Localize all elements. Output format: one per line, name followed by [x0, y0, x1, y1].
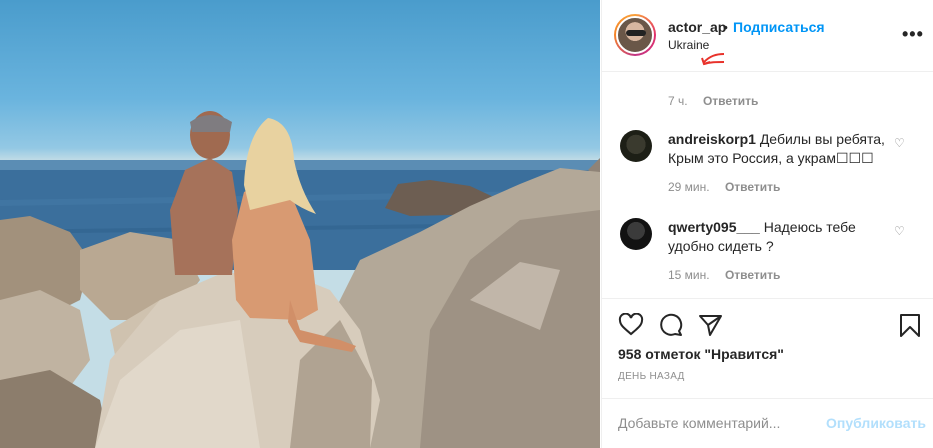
- comment-body: qwerty095___ Надеюсь тебе удобно сидеть …: [668, 218, 896, 256]
- publish-button[interactable]: Опубликовать: [826, 415, 926, 431]
- comment-meta: 7 ч. Ответить: [668, 94, 758, 108]
- comment-meta: 15 мин. Ответить: [668, 268, 780, 282]
- add-comment-input[interactable]: Добавьте комментарий...: [618, 415, 780, 431]
- comment-username[interactable]: qwerty095___: [668, 219, 760, 235]
- like-comment-heart-icon[interactable]: ♡: [894, 224, 905, 238]
- beach-scene: [0, 111, 600, 448]
- author-avatar[interactable]: [614, 14, 656, 56]
- likes-count[interactable]: 958 отметок "Нравится": [618, 346, 784, 362]
- comment-reply-button[interactable]: Ответить: [725, 268, 780, 282]
- like-comment-heart-icon[interactable]: ♡: [894, 136, 905, 150]
- avatar-image: [616, 16, 654, 54]
- comment-text: Дебилы вы ребята,: [759, 131, 885, 147]
- comment-time[interactable]: 7 ч.: [668, 94, 688, 108]
- comment-username[interactable]: andreiskorp1: [668, 131, 756, 147]
- post-actions: 958 отметок "Нравится" ДЕНЬ НАЗАД: [602, 298, 933, 406]
- post-photo[interactable]: [0, 0, 600, 448]
- add-comment-bar: Добавьте комментарий... Опубликовать: [602, 398, 933, 448]
- like-heart-icon[interactable]: [618, 313, 644, 337]
- post-header: actor_ap • Подписаться Ukraine •••: [602, 0, 933, 72]
- post-side-panel: actor_ap • Подписаться Ukraine ••• 7 ч. …: [601, 0, 933, 448]
- separator-dot: •: [723, 19, 728, 35]
- more-options-button[interactable]: •••: [902, 24, 924, 45]
- annotation-arrow-icon: [701, 53, 725, 66]
- author-username[interactable]: actor_ap: [668, 19, 726, 35]
- comment-bubble-icon[interactable]: [658, 313, 684, 337]
- comment-time[interactable]: 29 мин.: [668, 180, 710, 194]
- post-date[interactable]: ДЕНЬ НАЗАД: [618, 371, 685, 382]
- sunglasses-icon: [626, 30, 646, 36]
- comment-reply-button[interactable]: Ответить: [703, 94, 758, 108]
- commenter-avatar[interactable]: [620, 218, 652, 250]
- comment-meta: 29 мин. Ответить: [668, 180, 780, 194]
- commenter-avatar[interactable]: [620, 130, 652, 162]
- comment-body: andreiskorp1 Дебилы вы ребята, Крым это …: [668, 130, 896, 168]
- comment-text-cont: удобно сидеть ?: [668, 238, 774, 254]
- follow-button[interactable]: Подписаться: [733, 19, 825, 35]
- comment-text: Надеюсь тебе: [763, 219, 856, 235]
- comments-list: 7 ч. Ответить andreiskorp1 Дебилы вы реб…: [602, 72, 933, 298]
- save-bookmark-icon[interactable]: [898, 313, 922, 339]
- comment-text-cont: Крым это Россия, а украм☐☐☐: [668, 150, 874, 166]
- share-paper-plane-icon[interactable]: [698, 313, 724, 337]
- comment-reply-button[interactable]: Ответить: [725, 180, 780, 194]
- comment-time[interactable]: 15 мин.: [668, 268, 710, 282]
